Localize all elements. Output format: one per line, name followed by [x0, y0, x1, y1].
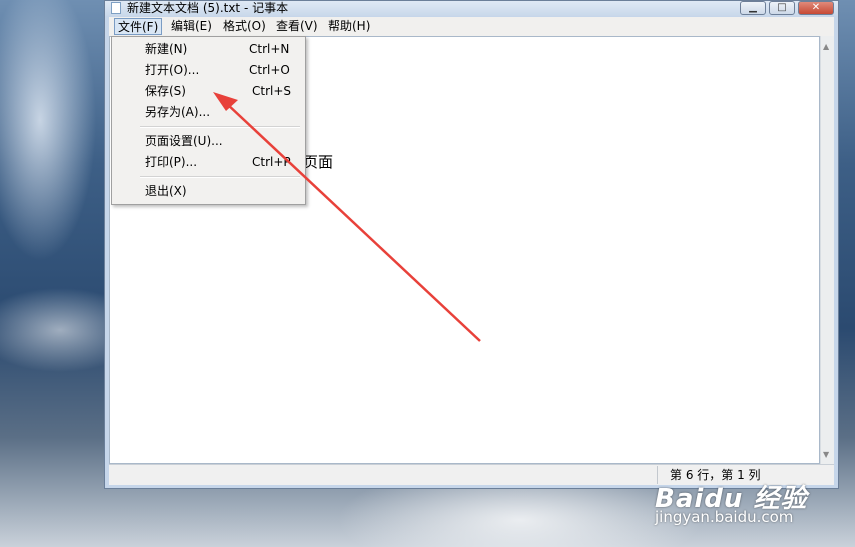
watermark: Baidu 经验 jingyan.baidu.com	[655, 478, 807, 526]
annotation-arrow	[213, 92, 481, 342]
watermark-url: jingyan.baidu.com	[655, 508, 794, 526]
arrow-head	[213, 92, 238, 111]
arrow-shaft	[225, 102, 481, 342]
